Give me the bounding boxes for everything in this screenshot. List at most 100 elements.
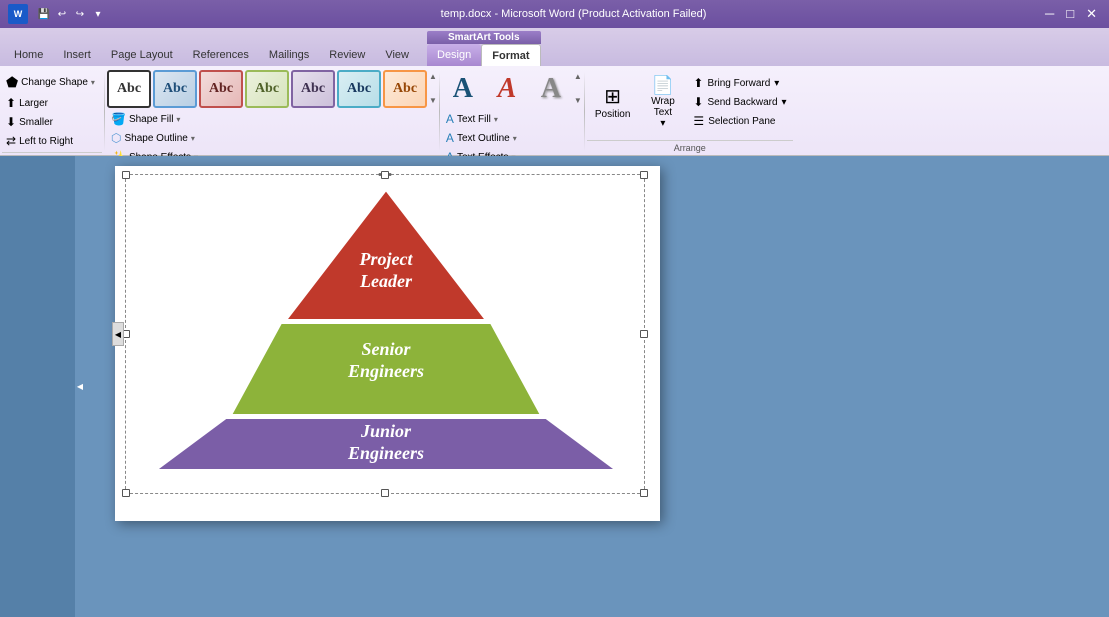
undo-icon[interactable]: ↩	[54, 6, 70, 22]
minimize-btn[interactable]: ─	[1041, 6, 1058, 22]
wordart-btn-2[interactable]: A	[486, 70, 528, 108]
smaller-icon: ⬇	[6, 115, 16, 129]
wordart-btn-3[interactable]: A	[530, 70, 572, 108]
shape-fill-btn[interactable]: 🪣 Shape Fill ▾	[107, 110, 437, 128]
shape-fill-icon: 🪣	[111, 112, 126, 126]
change-shape-label: Change Shape	[21, 77, 88, 88]
tab-insert[interactable]: Insert	[53, 44, 101, 66]
ltr-btn[interactable]: ⇄ Left to Right	[2, 132, 102, 150]
resize-handle-tl[interactable]	[122, 171, 130, 179]
send-backward-btn[interactable]: ⬇ Send Backward ▾	[687, 93, 792, 111]
svg-text:Engineers: Engineers	[347, 361, 424, 381]
shape-outline-icon: ⬡	[111, 131, 121, 145]
title-bar: W 💾 ↩ ↪ ▾ temp.docx - Microsoft Word (Pr…	[0, 0, 1109, 28]
selection-pane-label: Selection Pane	[708, 116, 775, 127]
wordart-btn-1[interactable]: A	[442, 70, 484, 108]
tab-review[interactable]: Review	[319, 44, 375, 66]
arrange-group: ⊞ Position 📄 WrapText ▾ ⬆ Bring Forward …	[587, 68, 793, 155]
close-btn[interactable]: ✕	[1082, 6, 1101, 22]
bring-forward-dropdown[interactable]: ▾	[774, 78, 779, 89]
divider-2	[439, 72, 440, 151]
svg-text:Leader: Leader	[359, 271, 413, 291]
shape-style-btn-4[interactable]: Abc	[245, 70, 289, 108]
resize-handle-tr[interactable]	[640, 171, 648, 179]
position-btn[interactable]: ⊞ Position	[587, 72, 639, 132]
expand-up-icon[interactable]: ▲	[429, 72, 437, 82]
shape-style-btn-5[interactable]: Abc	[291, 70, 335, 108]
text-outline-icon: A	[446, 131, 454, 145]
panel-collapse-arrow[interactable]: ◀	[75, 375, 85, 399]
shape-style-btn-6[interactable]: Abc	[337, 70, 381, 108]
ltr-icon: ⇄	[6, 134, 16, 148]
wrap-text-btn[interactable]: 📄 WrapText ▾	[640, 72, 685, 132]
wordart-styles-group: A A A ▲ ▼ A Text Fill	[442, 68, 582, 155]
smartart-tools-group: SmartArt Tools Design Format	[427, 31, 541, 66]
resize-handle-br[interactable]	[640, 489, 648, 497]
text-outline-dropdown[interactable]: ▾	[513, 134, 517, 143]
change-shape-icon: ⬟	[6, 74, 18, 91]
svg-text:Engineers: Engineers	[347, 443, 424, 463]
smartart-selection-frame[interactable]: ◀ Project Leader Senior Engineers Junior	[125, 174, 645, 494]
wrap-text-dropdown[interactable]: ▾	[660, 118, 665, 129]
change-shape-buttons: ⬟ Change Shape ▾ ⬆ Larger ⬇ Smaller ⇄ Le…	[2, 72, 102, 150]
title-bar-left: W 💾 ↩ ↪ ▾	[8, 4, 106, 24]
larger-label: Larger	[19, 98, 48, 109]
context-tabs: Design Format	[427, 44, 541, 66]
shape-fill-dropdown[interactable]: ▾	[176, 115, 180, 124]
window-title: temp.docx - Microsoft Word (Product Acti…	[106, 8, 1041, 20]
resize-handle-bm[interactable]	[381, 489, 389, 497]
shape-outline-btn[interactable]: ⬡ Shape Outline ▾	[107, 129, 437, 147]
document-area: ◀ ◀	[0, 156, 1109, 617]
shape-style-btn-7[interactable]: Abc	[383, 70, 427, 108]
ribbon: ⬟ Change Shape ▾ ⬆ Larger ⬇ Smaller ⇄ Le…	[0, 66, 1109, 156]
send-backward-dropdown[interactable]: ▾	[782, 97, 787, 108]
text-fill-dropdown[interactable]: ▾	[494, 115, 498, 124]
resize-handle-tm[interactable]	[381, 171, 389, 179]
wordart-expand-down[interactable]: ▼	[574, 96, 582, 106]
tab-view[interactable]: View	[375, 44, 419, 66]
word-icon: W	[8, 4, 28, 24]
text-outline-label: Text Outline	[457, 133, 510, 144]
wordart-expand-up[interactable]: ▲	[574, 72, 582, 82]
tab-home[interactable]: Home	[4, 44, 53, 66]
expand-down-icon[interactable]: ▼	[429, 96, 437, 106]
text-outline-btn[interactable]: A Text Outline ▾	[442, 129, 582, 147]
shape-outline-dropdown[interactable]: ▾	[191, 134, 195, 143]
selection-pane-btn[interactable]: ☰ Selection Pane	[687, 112, 792, 130]
qa-dropdown-icon[interactable]: ▾	[90, 6, 106, 22]
save-icon[interactable]: 💾	[36, 6, 52, 22]
resize-handle-bl[interactable]	[122, 489, 130, 497]
ribbon-tabs: Home Insert Page Layout References Maili…	[0, 28, 1109, 66]
send-backward-label: Send Backward	[707, 97, 777, 108]
tab-page-layout[interactable]: Page Layout	[101, 44, 183, 66]
position-label: Position	[595, 109, 631, 120]
divider-3	[584, 72, 585, 151]
text-fill-btn[interactable]: A Text Fill ▾	[442, 110, 582, 128]
resize-handle-mr[interactable]	[640, 330, 648, 338]
text-fill-label: Text Fill	[457, 114, 491, 125]
wordart-a1-icon: A	[453, 73, 473, 105]
larger-btn[interactable]: ⬆ Larger	[2, 94, 102, 112]
smaller-btn[interactable]: ⬇ Smaller	[2, 113, 102, 131]
shape-styles-expand[interactable]: ▲ ▼	[429, 70, 437, 108]
change-shape-dropdown[interactable]: ▾	[91, 78, 95, 87]
change-shape-btn[interactable]: ⬟ Change Shape ▾	[2, 72, 102, 93]
bring-forward-btn[interactable]: ⬆ Bring Forward ▾	[687, 74, 792, 92]
quick-access-toolbar: 💾 ↩ ↪ ▾	[36, 6, 106, 22]
shape-style-btn-1[interactable]: Abc	[107, 70, 151, 108]
arrange-group-label: Arrange	[587, 140, 793, 155]
pyramid-svg: Project Leader Senior Engineers Junior E…	[126, 175, 646, 485]
wordart-expand[interactable]: ▲ ▼	[574, 70, 582, 108]
tab-design[interactable]: Design	[427, 44, 481, 66]
tab-references[interactable]: References	[183, 44, 259, 66]
shape-style-btn-3[interactable]: Abc	[199, 70, 243, 108]
tab-format[interactable]: Format	[481, 44, 540, 66]
tab-mailings[interactable]: Mailings	[259, 44, 319, 66]
svg-text:Senior: Senior	[361, 339, 411, 359]
wordart-a2-icon: A	[498, 73, 517, 105]
shape-style-btn-2[interactable]: Abc	[153, 70, 197, 108]
smartart-expand-left[interactable]: ◀	[112, 322, 124, 346]
selection-pane-icon: ☰	[693, 114, 704, 128]
redo-icon[interactable]: ↪	[72, 6, 88, 22]
maximize-btn[interactable]: □	[1062, 6, 1078, 22]
